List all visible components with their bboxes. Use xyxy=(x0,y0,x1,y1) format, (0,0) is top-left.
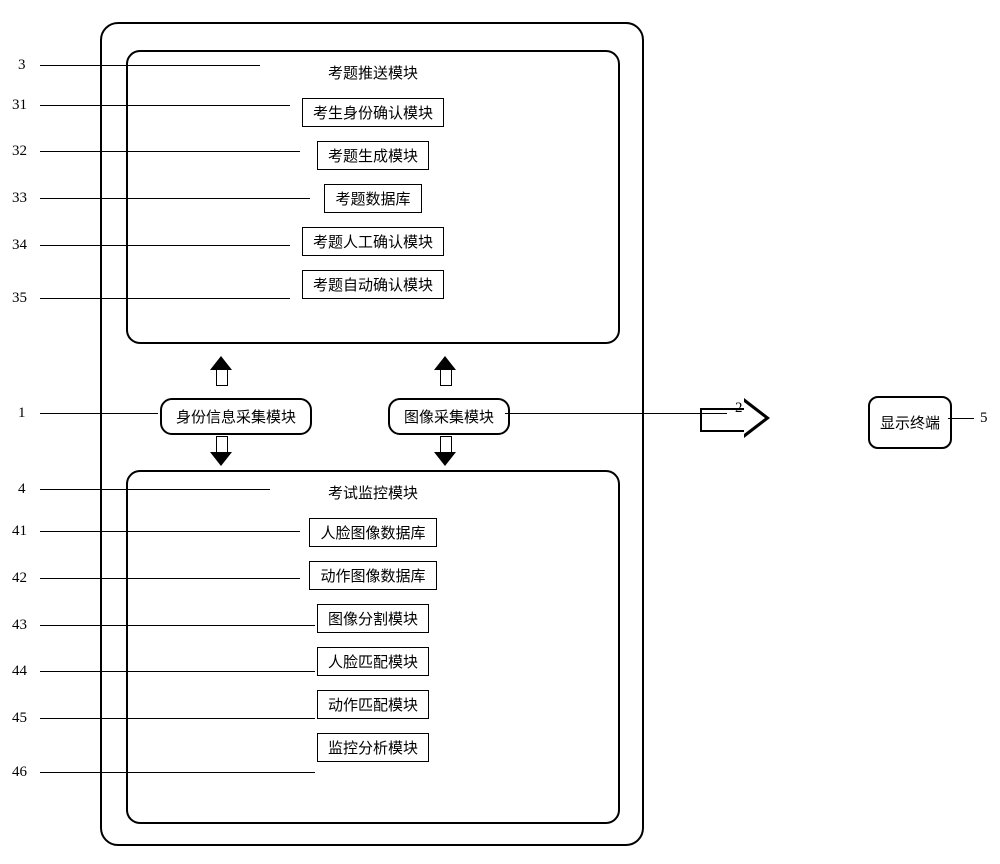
leader-line xyxy=(40,198,310,199)
label-43: 43 xyxy=(12,617,27,634)
leader-line xyxy=(40,772,315,773)
label-5: 5 xyxy=(980,410,988,427)
leader-line xyxy=(40,298,290,299)
down-arrow-icon xyxy=(210,436,232,466)
leader-line xyxy=(40,105,290,106)
up-arrow-icon xyxy=(210,356,232,386)
question-push-module: 考题推送模块 考生身份确认模块 考题生成模块 考题数据库 考题人工确认模块 考题… xyxy=(126,50,620,344)
question-manual-confirm-module: 考题人工确认模块 xyxy=(302,227,444,256)
exam-monitor-module: 考试监控模块 人脸图像数据库 动作图像数据库 图像分割模块 人脸匹配模块 动作匹… xyxy=(126,470,620,824)
candidate-identity-confirm-module: 考生身份确认模块 xyxy=(302,98,444,127)
down-arrow-icon xyxy=(434,436,456,466)
question-database: 考题数据库 xyxy=(324,184,421,213)
monitor-analysis-module: 监控分析模块 xyxy=(317,733,429,762)
leader-line xyxy=(40,489,270,490)
leader-line xyxy=(40,531,300,532)
label-35: 35 xyxy=(12,290,27,307)
connector-line xyxy=(505,413,727,414)
display-terminal: 显示终端 xyxy=(868,396,952,449)
label-33: 33 xyxy=(12,190,27,207)
leader-line xyxy=(40,413,158,414)
leader-line xyxy=(40,625,315,626)
label-4: 4 xyxy=(18,481,26,498)
image-collect-module: 图像采集模块 xyxy=(388,398,510,435)
leader-line xyxy=(40,671,315,672)
bottom-module-title: 考试监控模块 xyxy=(128,482,618,503)
connector-line xyxy=(948,418,974,419)
question-generate-module: 考题生成模块 xyxy=(317,141,429,170)
leader-line xyxy=(40,245,290,246)
leader-line xyxy=(40,151,300,152)
question-auto-confirm-module: 考题自动确认模块 xyxy=(302,270,444,299)
label-46: 46 xyxy=(12,764,27,781)
action-matching-module: 动作匹配模块 xyxy=(317,690,429,719)
label-41: 41 xyxy=(12,523,27,540)
image-segmentation-module: 图像分割模块 xyxy=(317,604,429,633)
label-45: 45 xyxy=(12,710,27,727)
label-31: 31 xyxy=(12,97,27,114)
label-42: 42 xyxy=(12,570,27,587)
label-34: 34 xyxy=(12,237,27,254)
label-3: 3 xyxy=(18,57,26,74)
leader-line xyxy=(40,578,300,579)
label-44: 44 xyxy=(12,663,27,680)
face-image-database: 人脸图像数据库 xyxy=(309,518,436,547)
identity-info-collect-module: 身份信息采集模块 xyxy=(160,398,312,435)
leader-line xyxy=(40,65,260,66)
action-image-database: 动作图像数据库 xyxy=(309,561,436,590)
label-32: 32 xyxy=(12,143,27,160)
up-arrow-icon xyxy=(434,356,456,386)
label-2: 2 xyxy=(735,400,743,417)
face-matching-module: 人脸匹配模块 xyxy=(317,647,429,676)
leader-line xyxy=(40,718,315,719)
label-1: 1 xyxy=(18,405,26,422)
